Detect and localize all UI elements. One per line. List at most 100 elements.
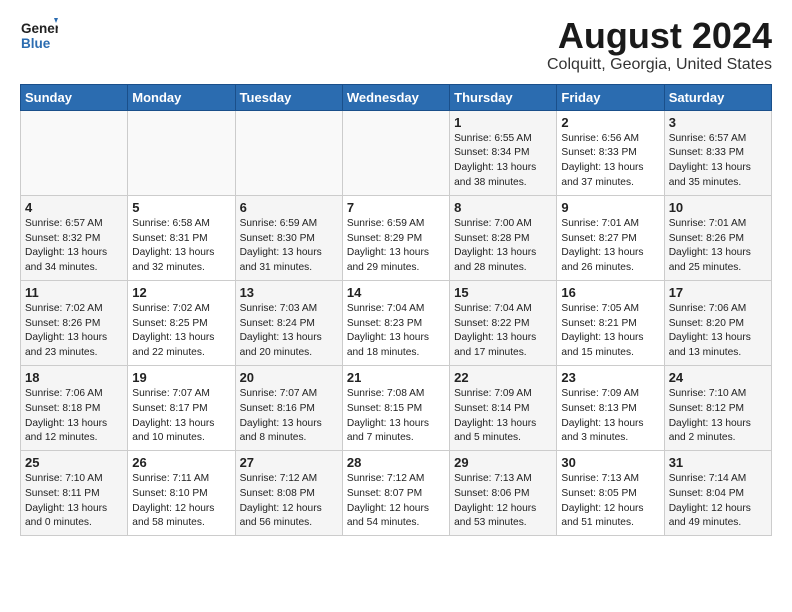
day-number: 25 bbox=[25, 455, 123, 470]
calendar-cell: 24 Sunrise: 7:10 AM Sunset: 8:12 PM Dayli… bbox=[664, 365, 771, 450]
cell-info: Sunrise: 7:06 AM Sunset: 8:20 PM Dayligh… bbox=[669, 302, 767, 361]
cell-info: Sunrise: 7:04 AM Sunset: 8:22 PM Dayligh… bbox=[454, 302, 552, 361]
cell-info: Sunrise: 7:13 AM Sunset: 8:05 PM Dayligh… bbox=[561, 472, 659, 531]
day-number: 13 bbox=[240, 285, 338, 300]
header: General Blue August 2024 Colquitt, Georg… bbox=[20, 16, 772, 74]
day-number: 24 bbox=[669, 370, 767, 385]
svg-text:General: General bbox=[21, 21, 58, 36]
day-number: 3 bbox=[669, 115, 767, 130]
header-monday: Monday bbox=[128, 84, 235, 110]
day-number: 16 bbox=[561, 285, 659, 300]
day-number: 2 bbox=[561, 115, 659, 130]
calendar-cell: 22Sunrise: 7:09 AM Sunset: 8:14 PM Dayli… bbox=[450, 365, 557, 450]
day-number: 17 bbox=[669, 285, 767, 300]
calendar-cell: 21Sunrise: 7:08 AM Sunset: 8:15 PM Dayli… bbox=[342, 365, 449, 450]
calendar-cell: 26 Sunrise: 7:11 AM Sunset: 8:10 PM Dayli… bbox=[128, 451, 235, 536]
cell-info: Sunrise: 7:02 AM Sunset: 8:26 PM Dayligh… bbox=[25, 302, 123, 361]
cell-info: Sunrise: 7:14 AM Sunset: 8:04 PM Dayligh… bbox=[669, 472, 767, 531]
header-wednesday: Wednesday bbox=[342, 84, 449, 110]
header-tuesday: Tuesday bbox=[235, 84, 342, 110]
cell-info: Sunrise: 7:02 AM Sunset: 8:25 PM Dayligh… bbox=[132, 302, 230, 361]
day-number: 26 bbox=[132, 455, 230, 470]
calendar-cell: 29 Sunrise: 7:13 AM Sunset: 8:06 PM Dayli… bbox=[450, 451, 557, 536]
day-number: 7 bbox=[347, 200, 445, 215]
cell-info: Sunrise: 6:59 AM Sunset: 8:29 PM Dayligh… bbox=[347, 217, 445, 276]
day-number: 30 bbox=[561, 455, 659, 470]
day-number: 8 bbox=[454, 200, 552, 215]
header-saturday: Saturday bbox=[664, 84, 771, 110]
day-number: 15 bbox=[454, 285, 552, 300]
calendar-cell bbox=[21, 110, 128, 195]
day-number: 4 bbox=[25, 200, 123, 215]
cell-info: Sunrise: 7:11 AM Sunset: 8:10 PM Dayligh… bbox=[132, 472, 230, 531]
day-number: 29 bbox=[454, 455, 552, 470]
header-thursday: Thursday bbox=[450, 84, 557, 110]
calendar-cell: 31Sunrise: 7:14 AM Sunset: 8:04 PM Dayli… bbox=[664, 451, 771, 536]
cell-info: Sunrise: 6:59 AM Sunset: 8:30 PM Dayligh… bbox=[240, 217, 338, 276]
day-number: 28 bbox=[347, 455, 445, 470]
calendar-cell: 20 Sunrise: 7:07 AM Sunset: 8:16 PM Dayli… bbox=[235, 365, 342, 450]
calendar-cell: 5 Sunrise: 6:58 AM Sunset: 8:31 PM Daylig… bbox=[128, 195, 235, 280]
day-number: 5 bbox=[132, 200, 230, 215]
calendar-cell: 30 Sunrise: 7:13 AM Sunset: 8:05 PM Dayli… bbox=[557, 451, 664, 536]
cell-info: Sunrise: 7:12 AM Sunset: 8:08 PM Dayligh… bbox=[240, 472, 338, 531]
calendar-header-row: SundayMondayTuesdayWednesdayThursdayFrid… bbox=[21, 84, 772, 110]
title-block: August 2024 Colquitt, Georgia, United St… bbox=[547, 16, 772, 74]
cell-info: Sunrise: 7:04 AM Sunset: 8:23 PM Dayligh… bbox=[347, 302, 445, 361]
calendar-cell: 15 Sunrise: 7:04 AM Sunset: 8:22 PM Dayli… bbox=[450, 280, 557, 365]
calendar-cell: 19 Sunrise: 7:07 AM Sunset: 8:17 PM Dayli… bbox=[128, 365, 235, 450]
day-number: 19 bbox=[132, 370, 230, 385]
calendar-cell: 17 Sunrise: 7:06 AM Sunset: 8:20 PM Dayli… bbox=[664, 280, 771, 365]
cell-info: Sunrise: 6:57 AM Sunset: 8:32 PM Dayligh… bbox=[25, 217, 123, 276]
calendar-cell: 1 Sunrise: 6:55 AM Sunset: 8:34 PM Daylig… bbox=[450, 110, 557, 195]
calendar-cell: 23Sunrise: 7:09 AM Sunset: 8:13 PM Dayli… bbox=[557, 365, 664, 450]
day-number: 10 bbox=[669, 200, 767, 215]
calendar-cell: 13 Sunrise: 7:03 AM Sunset: 8:24 PM Dayli… bbox=[235, 280, 342, 365]
calendar-cell: 6 Sunrise: 6:59 AM Sunset: 8:30 PM Daylig… bbox=[235, 195, 342, 280]
day-number: 21 bbox=[347, 370, 445, 385]
calendar-cell: 12Sunrise: 7:02 AM Sunset: 8:25 PM Dayli… bbox=[128, 280, 235, 365]
day-number: 9 bbox=[561, 200, 659, 215]
cell-info: Sunrise: 7:03 AM Sunset: 8:24 PM Dayligh… bbox=[240, 302, 338, 361]
day-number: 20 bbox=[240, 370, 338, 385]
day-number: 1 bbox=[454, 115, 552, 130]
day-number: 23 bbox=[561, 370, 659, 385]
day-number: 27 bbox=[240, 455, 338, 470]
calendar-cell: 3 Sunrise: 6:57 AM Sunset: 8:33 PM Daylig… bbox=[664, 110, 771, 195]
calendar-cell: 11Sunrise: 7:02 AM Sunset: 8:26 PM Dayli… bbox=[21, 280, 128, 365]
logo-icon: General Blue bbox=[20, 16, 58, 54]
header-sunday: Sunday bbox=[21, 84, 128, 110]
calendar-table: SundayMondayTuesdayWednesdayThursdayFrid… bbox=[20, 84, 772, 537]
calendar-cell: 10Sunrise: 7:01 AM Sunset: 8:26 PM Dayli… bbox=[664, 195, 771, 280]
day-number: 22 bbox=[454, 370, 552, 385]
calendar-cell: 2 Sunrise: 6:56 AM Sunset: 8:33 PM Daylig… bbox=[557, 110, 664, 195]
cell-info: Sunrise: 6:56 AM Sunset: 8:33 PM Dayligh… bbox=[561, 132, 659, 191]
calendar-cell: 7 Sunrise: 6:59 AM Sunset: 8:29 PM Daylig… bbox=[342, 195, 449, 280]
cell-info: Sunrise: 7:12 AM Sunset: 8:07 PM Dayligh… bbox=[347, 472, 445, 531]
calendar-cell: 14Sunrise: 7:04 AM Sunset: 8:23 PM Dayli… bbox=[342, 280, 449, 365]
cell-info: Sunrise: 7:13 AM Sunset: 8:06 PM Dayligh… bbox=[454, 472, 552, 531]
week-row-4: 18 Sunrise: 7:06 AM Sunset: 8:18 PM Dayli… bbox=[21, 365, 772, 450]
calendar-cell bbox=[128, 110, 235, 195]
cell-info: Sunrise: 7:07 AM Sunset: 8:17 PM Dayligh… bbox=[132, 387, 230, 446]
day-number: 18 bbox=[25, 370, 123, 385]
header-friday: Friday bbox=[557, 84, 664, 110]
cell-info: Sunrise: 7:00 AM Sunset: 8:28 PM Dayligh… bbox=[454, 217, 552, 276]
cell-info: Sunrise: 6:58 AM Sunset: 8:31 PM Dayligh… bbox=[132, 217, 230, 276]
cell-info: Sunrise: 7:10 AM Sunset: 8:12 PM Dayligh… bbox=[669, 387, 767, 446]
cell-info: Sunrise: 7:06 AM Sunset: 8:18 PM Dayligh… bbox=[25, 387, 123, 446]
day-number: 6 bbox=[240, 200, 338, 215]
week-row-1: 1 Sunrise: 6:55 AM Sunset: 8:34 PM Daylig… bbox=[21, 110, 772, 195]
calendar-cell bbox=[235, 110, 342, 195]
cell-info: Sunrise: 7:10 AM Sunset: 8:11 PM Dayligh… bbox=[25, 472, 123, 531]
logo: General Blue bbox=[20, 16, 58, 54]
calendar-cell: 8 Sunrise: 7:00 AM Sunset: 8:28 PM Daylig… bbox=[450, 195, 557, 280]
cell-info: Sunrise: 6:57 AM Sunset: 8:33 PM Dayligh… bbox=[669, 132, 767, 191]
svg-text:Blue: Blue bbox=[21, 36, 51, 51]
calendar-cell: 28 Sunrise: 7:12 AM Sunset: 8:07 PM Dayli… bbox=[342, 451, 449, 536]
cell-info: Sunrise: 7:07 AM Sunset: 8:16 PM Dayligh… bbox=[240, 387, 338, 446]
month-title: August 2024 bbox=[547, 16, 772, 56]
cell-info: Sunrise: 6:55 AM Sunset: 8:34 PM Dayligh… bbox=[454, 132, 552, 191]
cell-info: Sunrise: 7:01 AM Sunset: 8:27 PM Dayligh… bbox=[561, 217, 659, 276]
calendar-cell: 27 Sunrise: 7:12 AM Sunset: 8:08 PM Dayli… bbox=[235, 451, 342, 536]
